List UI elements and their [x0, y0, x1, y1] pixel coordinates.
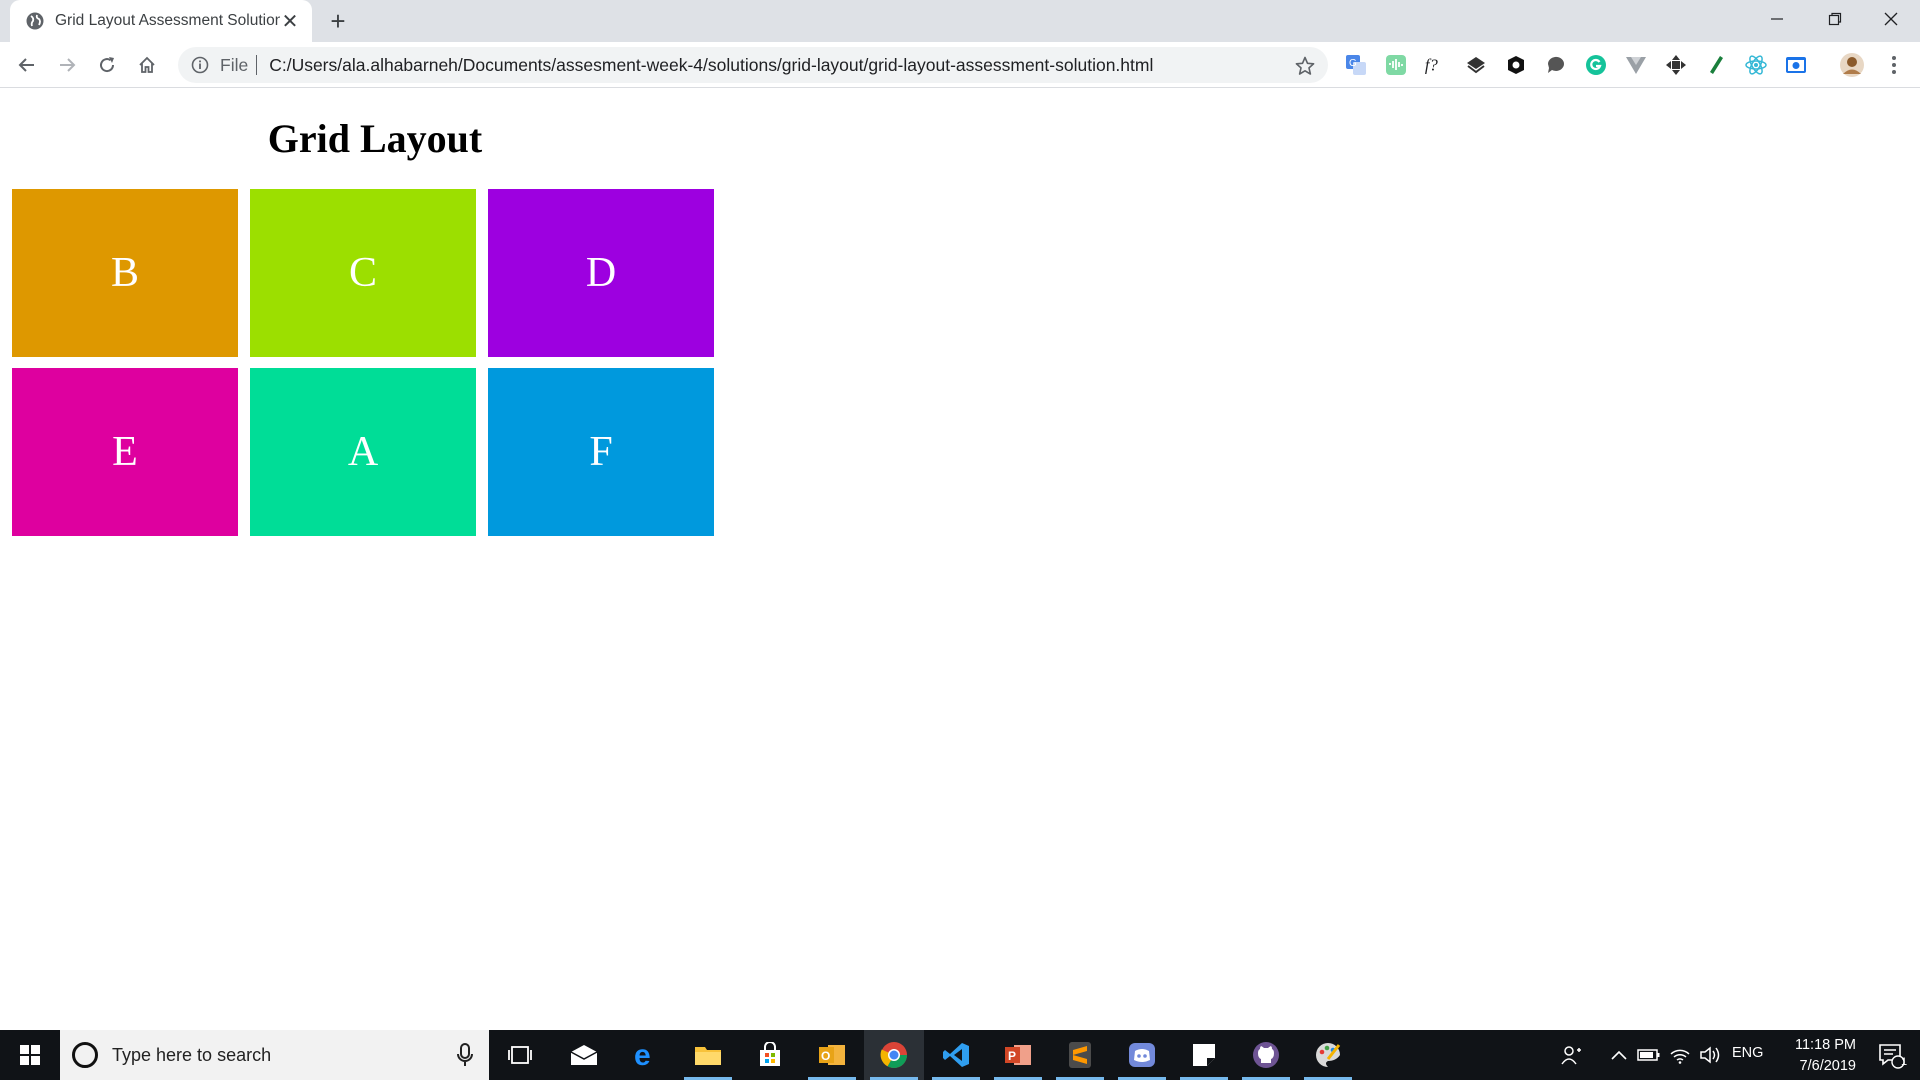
clock-date: 7/6/2019: [1799, 1058, 1856, 1074]
grid-cell: D: [488, 189, 714, 357]
browser-tab[interactable]: Grid Layout Assessment Solution ✕: [10, 0, 312, 42]
address-bar[interactable]: File C:/Users/ala.alhabarneh/Documents/a…: [178, 47, 1328, 83]
task-view-icon[interactable]: [490, 1030, 550, 1080]
svg-text:e: e: [634, 1041, 651, 1069]
browser-toolbar: File C:/Users/ala.alhabarneh/Documents/a…: [0, 42, 1920, 88]
grid-cell: E: [12, 368, 238, 536]
pen-icon[interactable]: [1704, 53, 1728, 77]
notification-center-icon[interactable]: 1: [1862, 1030, 1920, 1080]
url-text[interactable]: C:/Users/ala.alhabarneh/Documents/assesm…: [269, 55, 1153, 76]
cortana-icon: [72, 1042, 98, 1068]
volume-icon[interactable]: [1698, 1043, 1724, 1067]
windows-start-icon[interactable]: [0, 1030, 60, 1080]
page-viewport: Grid Layout B C D E A F: [0, 89, 1920, 1030]
svg-text:P: P: [1008, 1049, 1016, 1063]
star-icon[interactable]: [1294, 55, 1316, 77]
tab-close-icon[interactable]: ✕: [280, 11, 300, 33]
outlook-icon[interactable]: O: [802, 1030, 862, 1080]
kebab-menu-icon[interactable]: [1882, 53, 1906, 77]
clock[interactable]: 11:18 PM 7/6/2019: [1770, 1035, 1856, 1077]
sticky-notes-icon[interactable]: [1174, 1030, 1234, 1080]
globe-icon: [26, 12, 44, 30]
url-scheme-label: File: [220, 54, 249, 75]
forward-icon[interactable]: [52, 50, 82, 80]
powerpoint-icon[interactable]: P: [988, 1030, 1048, 1080]
edge-icon[interactable]: e: [616, 1030, 676, 1080]
screenshot-icon[interactable]: [1784, 53, 1808, 77]
new-tab-button[interactable]: +: [326, 8, 350, 34]
chrome-icon[interactable]: [864, 1030, 924, 1080]
battery-icon[interactable]: [1636, 1043, 1662, 1067]
svg-text:f?: f?: [1425, 56, 1439, 75]
paint-icon[interactable]: [1298, 1030, 1358, 1080]
info-icon[interactable]: [190, 55, 210, 75]
shield-icon[interactable]: [1504, 53, 1528, 77]
grid-container: B C D E A F: [12, 189, 714, 536]
reload-icon[interactable]: [92, 50, 122, 80]
home-icon[interactable]: [132, 50, 162, 80]
grammarly-icon[interactable]: [1584, 53, 1608, 77]
minimize-icon[interactable]: [1748, 0, 1806, 38]
sublime-icon[interactable]: [1050, 1030, 1110, 1080]
discord-icon[interactable]: [1112, 1030, 1172, 1080]
back-icon[interactable]: [12, 50, 42, 80]
restore-icon[interactable]: [1806, 0, 1864, 38]
vscode-icon[interactable]: [926, 1030, 986, 1080]
language-indicator[interactable]: ENG: [1732, 1045, 1763, 1061]
taskbar-search-box[interactable]: Type here to search: [60, 1030, 489, 1080]
search-placeholder: Type here to search: [112, 1044, 272, 1065]
close-icon[interactable]: [1862, 0, 1920, 38]
audio-icon[interactable]: [1384, 53, 1408, 77]
svg-text:O: O: [821, 1049, 830, 1063]
github-icon[interactable]: [1236, 1030, 1296, 1080]
layers-icon[interactable]: [1464, 53, 1488, 77]
grid-cell: F: [488, 368, 714, 536]
grid-cell: C: [250, 189, 476, 357]
react-icon[interactable]: [1744, 53, 1768, 77]
clock-time: 11:18 PM: [1795, 1037, 1856, 1053]
notification-count: 1: [1900, 1056, 1908, 1068]
chevron-up-icon[interactable]: [1608, 1043, 1630, 1067]
grid-cell: A: [250, 368, 476, 536]
tab-strip: Grid Layout Assessment Solution ✕ +: [0, 0, 1920, 42]
move-icon[interactable]: [1664, 53, 1688, 77]
mail-icon[interactable]: [554, 1030, 614, 1080]
svg-text:G: G: [1349, 58, 1357, 69]
taskbar: Type here to search e O P ENG 11:18 PM 7…: [0, 1030, 1920, 1080]
page-title: Grid Layout: [267, 116, 483, 161]
tab-title: Grid Layout Assessment Solution: [55, 12, 280, 29]
vue-icon[interactable]: [1624, 53, 1648, 77]
translate-icon[interactable]: G: [1344, 53, 1368, 77]
people-icon[interactable]: [1560, 1043, 1584, 1067]
grid-cell: B: [12, 189, 238, 357]
wifi-icon[interactable]: [1668, 1043, 1692, 1067]
chat-icon[interactable]: [1544, 53, 1568, 77]
file-explorer-icon[interactable]: [678, 1030, 738, 1080]
avatar[interactable]: [1838, 51, 1866, 79]
microphone-icon[interactable]: [455, 1042, 475, 1068]
formula-icon[interactable]: f?: [1424, 53, 1448, 77]
store-icon[interactable]: [740, 1030, 800, 1080]
url-separator: [256, 55, 258, 75]
